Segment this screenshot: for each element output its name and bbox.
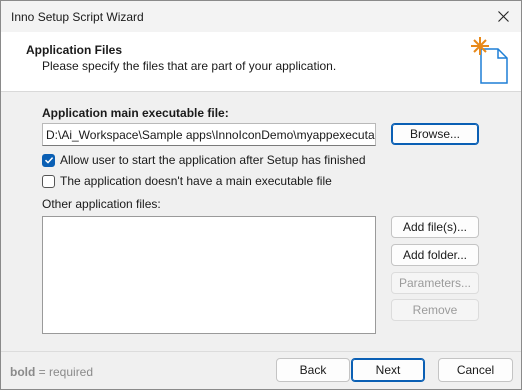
add-files-button[interactable]: Add file(s)... xyxy=(391,216,479,238)
allow-start-checkbox-row[interactable]: Allow user to start the application afte… xyxy=(42,152,366,168)
header-panel: Application Files Please specify the fil… xyxy=(1,32,521,92)
required-legend: bold = required xyxy=(10,365,93,379)
add-folder-button[interactable]: Add folder... xyxy=(391,244,479,266)
footer-divider xyxy=(1,351,521,352)
checkmark-icon xyxy=(44,157,53,164)
main-exe-input[interactable]: D:\Ai_Workspace\Sample apps\InnoIconDemo… xyxy=(42,123,376,146)
no-main-exe-label: The application doesn't have a main exec… xyxy=(60,174,332,188)
no-main-exe-checkbox[interactable] xyxy=(42,174,55,188)
page-subtitle: Please specify the files that are part o… xyxy=(42,59,337,73)
other-files-list[interactable] xyxy=(42,216,376,334)
allow-start-checkbox[interactable] xyxy=(42,153,55,167)
close-icon xyxy=(497,10,509,22)
required-legend-bold: bold xyxy=(10,365,36,379)
required-legend-text: = required xyxy=(35,365,94,379)
parameters-button[interactable]: Parameters... xyxy=(391,272,479,294)
back-button[interactable]: Back xyxy=(276,358,350,382)
title-bar: Inno Setup Script Wizard xyxy=(1,1,521,32)
no-main-exe-checkbox-row[interactable]: The application doesn't have a main exec… xyxy=(42,173,332,189)
cancel-button[interactable]: Cancel xyxy=(438,358,513,382)
new-document-icon xyxy=(471,37,508,84)
window-title: Inno Setup Script Wizard xyxy=(11,10,144,24)
close-button[interactable] xyxy=(491,5,515,27)
page-title: Application Files xyxy=(26,43,123,57)
remove-button[interactable]: Remove xyxy=(391,299,479,321)
wizard-window: Inno Setup Script Wizard Application Fil… xyxy=(0,0,522,390)
other-files-label: Other application files: xyxy=(42,197,161,211)
allow-start-label: Allow user to start the application afte… xyxy=(60,153,366,167)
next-button[interactable]: Next xyxy=(351,358,425,382)
browse-button[interactable]: Browse... xyxy=(391,123,479,145)
main-exe-label: Application main executable file: xyxy=(42,106,229,120)
